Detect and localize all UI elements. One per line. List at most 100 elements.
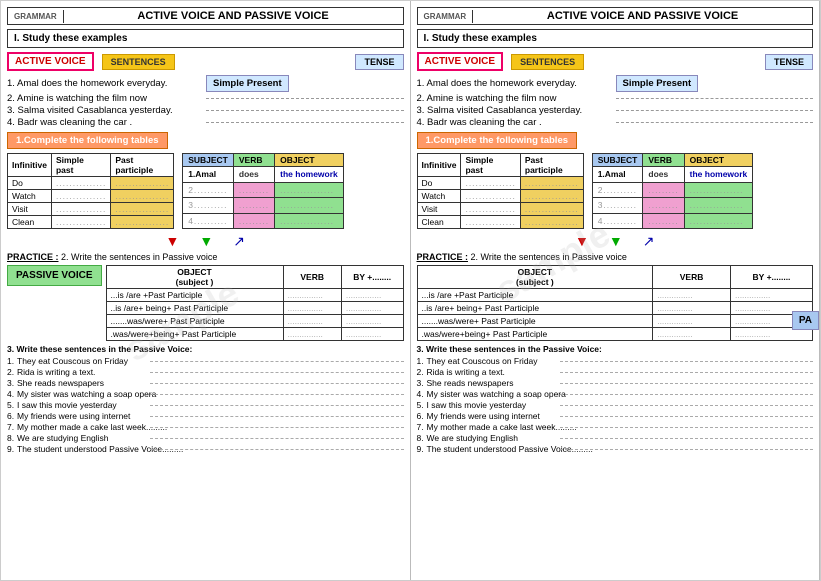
- object-header-r: OBJECT: [684, 154, 753, 167]
- passive-form-r1: ...is /are +Past Participle: [417, 289, 653, 302]
- passive-section-right: OBJECT(subject ) VERB BY +........ ...is…: [417, 265, 814, 341]
- svo-o3-r: ................: [684, 198, 753, 214]
- svo-v1: does: [233, 167, 274, 183]
- svo-s1-r: 1.Amal: [592, 167, 643, 183]
- wdr-9: [560, 449, 814, 450]
- table-row: Do ............... ................: [417, 177, 583, 190]
- svo-s4: 4..........: [183, 213, 234, 229]
- wdr-1: [560, 361, 814, 362]
- wd-1: [150, 361, 404, 362]
- simple-present-badge-r: Simple Present: [616, 75, 699, 92]
- write-heading-right: 3. Write these sentences in the Passive …: [417, 344, 814, 354]
- svo-v2: .........: [233, 182, 274, 198]
- svo-o1-r: the homework: [684, 167, 753, 183]
- grammar-title-left: ACTIVE VOICE AND PASSIVE VOICE: [64, 8, 403, 24]
- passive-verb-2: ...............: [341, 302, 403, 315]
- sentence-r2: 2. Amine is watching the film now: [417, 93, 612, 104]
- table-row: Do ............... ................: [8, 177, 174, 190]
- wdr-7: [560, 427, 814, 428]
- write-row-1: 1.They eat Couscous on Friday: [7, 356, 404, 366]
- write-row-r2: 2.Rida is writing a text.: [417, 367, 814, 377]
- write-row-6: 6.My friends were using internet: [7, 411, 404, 421]
- num-r3: 3.: [417, 378, 427, 388]
- verb-header-passive-r: VERB: [653, 266, 731, 289]
- arrow-area-right: ▼ ▼ ↗: [417, 233, 814, 250]
- table-row: 2.......... ......... ................: [183, 182, 344, 198]
- wd-8: [150, 438, 404, 439]
- table-row: ...is /are +Past Participle ............…: [106, 289, 403, 302]
- write-row-r1: 1.They eat Couscous on Friday: [417, 356, 814, 366]
- sentence-3: 3. Salma visited Casablanca yesterday.: [7, 105, 202, 116]
- passive-voice-box-left: PASSIVE VOICE: [7, 265, 102, 286]
- ws-7: My mother made a cake last week.........: [17, 422, 147, 432]
- ws-3: She reads newspapers: [17, 378, 147, 388]
- write-section-right: 3. Write these sentences in the Passive …: [417, 344, 814, 454]
- sentence-row-r3: 3. Salma visited Casablanca yesterday.: [417, 105, 814, 116]
- wd-2: [150, 372, 404, 373]
- complete-label-right: 1.Complete the following tables: [417, 132, 578, 149]
- num-r6: 6.: [417, 411, 427, 421]
- wsr-9: The student understood Passive Voice....…: [427, 444, 557, 454]
- grammar-header-right: GRAMMAR ACTIVE VOICE AND PASSIVE VOICE: [417, 7, 814, 25]
- wdr-6: [560, 416, 814, 417]
- tables-row-left: Infinitive Simplepast Pastparticiple Do …: [7, 153, 404, 229]
- arrow-down-right-r: ▼: [609, 233, 623, 250]
- inf-do-r: Do: [417, 177, 461, 190]
- sp-watch: ...............: [51, 190, 110, 203]
- table-row: 1.Amal does the homework: [183, 167, 344, 183]
- table-row: 4.......... ......... ................: [183, 213, 344, 229]
- sentences-box-left: SENTENCES: [102, 54, 175, 70]
- grammar-label-right: GRAMMAR: [418, 10, 474, 23]
- passive-verb-4: ...............: [341, 328, 403, 341]
- wdr-4: [560, 394, 814, 395]
- pp-watch-r: ................: [520, 190, 583, 203]
- table-row: 3.......... ......... ................: [592, 198, 753, 214]
- write-row-9: 9.The student understood Passive Voice..…: [7, 444, 404, 454]
- wsr-4: My sister was watching a soap opera: [427, 389, 557, 399]
- wsr-2: Rida is writing a text.: [427, 367, 557, 377]
- sentences-list-left: 1. Amal does the homework everyday. Simp…: [7, 75, 404, 128]
- pa-box: PA: [792, 311, 819, 330]
- svo-s3: 3..........: [183, 198, 234, 214]
- left-panel: GRAMMAR ACTIVE VOICE AND PASSIVE VOICE I…: [1, 1, 411, 580]
- passive-form-r2: ..is /are+ being+ Past Participle: [417, 302, 653, 315]
- table-row: .......was/were+ Past Participle .......…: [106, 315, 403, 328]
- svo-o1: the homework: [275, 167, 344, 183]
- passive-verb-3: ...............: [341, 315, 403, 328]
- table-row: Visit ............... ................: [417, 203, 583, 216]
- num-r7: 7.: [417, 422, 427, 432]
- wsr-6: My friends were using internet: [427, 411, 557, 421]
- num-r1: 1.: [417, 356, 427, 366]
- wdr-5: [560, 405, 814, 406]
- passive-obj-1: ...............: [283, 289, 341, 302]
- svo-s1: 1.Amal: [183, 167, 234, 183]
- passive-table-right: OBJECT(subject ) VERB BY +........ ...is…: [417, 265, 814, 341]
- ws-1: They eat Couscous on Friday: [17, 356, 147, 366]
- svo-v1-r: does: [643, 167, 684, 183]
- table-row: Watch ............... ................: [417, 190, 583, 203]
- active-voice-box-right: ACTIVE VOICE: [417, 52, 504, 71]
- write-row-2: 2.Rida is writing a text.: [7, 367, 404, 377]
- passive-form-2: ..is /are+ being+ Past Participle: [106, 302, 283, 315]
- table-row: .......was/were+ Past Participle .......…: [417, 315, 813, 328]
- passive-obj-r4: ...............: [653, 328, 731, 341]
- sentence-r3: 3. Salma visited Casablanca yesterday.: [417, 105, 612, 116]
- subject-header-r: SUBJECT: [592, 154, 643, 167]
- sp-visit-r: ...............: [461, 203, 520, 216]
- ws-9: The student understood Passive Voice....…: [17, 444, 147, 454]
- passive-form-r3: .......was/were+ Past Participle: [417, 315, 653, 328]
- grammar-label-left: GRAMMAR: [8, 10, 64, 23]
- passive-obj-2: ...............: [283, 302, 341, 315]
- by-header: BY +........: [341, 266, 403, 289]
- inf-header-r: Infinitive: [417, 154, 461, 177]
- num-7: 7.: [7, 422, 17, 432]
- write-row-r6: 6.My friends were using internet: [417, 411, 814, 421]
- tense-box-right: TENSE: [765, 54, 813, 70]
- inf-visit: Visit: [8, 203, 52, 216]
- svo-s2-r: 2..........: [592, 182, 643, 198]
- table-row: 2.......... ......... ................: [592, 182, 753, 198]
- num-9: 9.: [7, 444, 17, 454]
- sentences-box-right: SENTENCES: [511, 54, 584, 70]
- grammar-header-left: GRAMMAR ACTIVE VOICE AND PASSIVE VOICE: [7, 7, 404, 25]
- write-heading-left: 3. Write these sentences in the Passive …: [7, 344, 404, 354]
